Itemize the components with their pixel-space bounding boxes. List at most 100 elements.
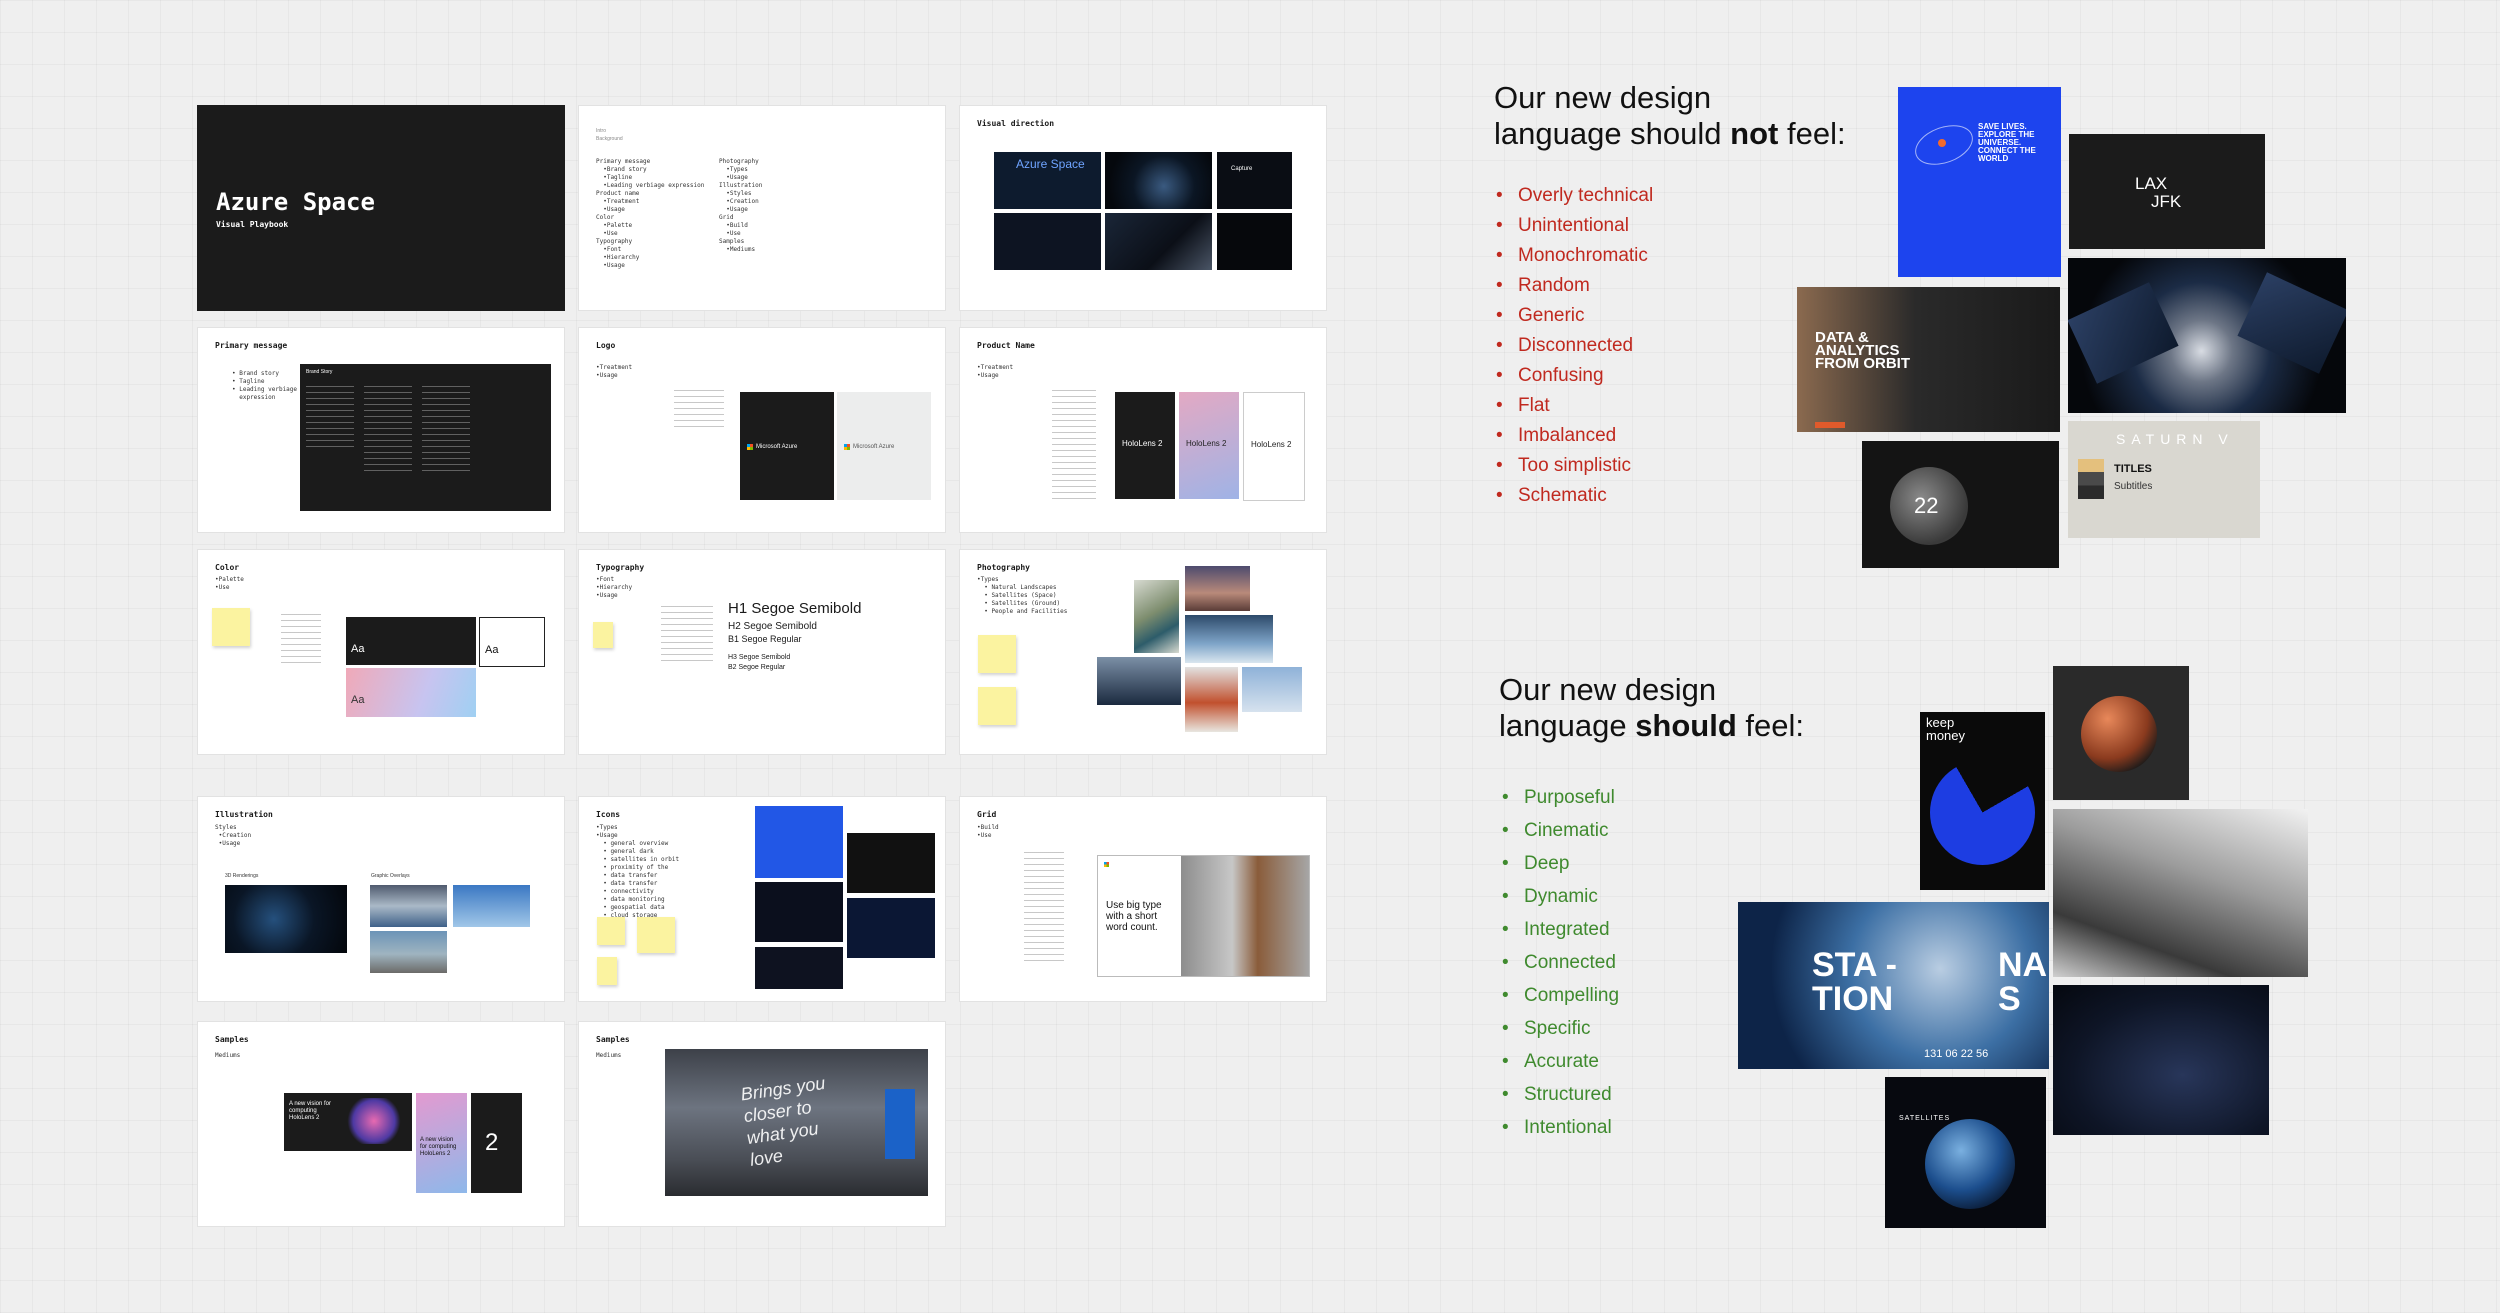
slide-photography[interactable]: Photography •Types • Natural Landscapes … [959,549,1327,755]
mood-keep-money: keep money [1920,712,2045,890]
slide-visual-direction[interactable]: Visual direction Azure Space Capture [959,105,1327,311]
cta-bar [1815,422,1845,428]
not-feel-item: Schematic [1494,485,1653,515]
logo-dark-card: Microsoft Azure [740,392,834,500]
mood-22: 22 [1862,441,2059,568]
not-feel-item: Overly technical [1494,185,1653,215]
poster-text: SAVE LIVES. EXPLORE THE UNIVERSE. CONNEC… [1978,122,2036,163]
should-feel-item: Purposeful [1500,787,1619,820]
heading-line-1: Our new design [1494,80,1712,115]
slide-heading: Product Name [977,341,1035,350]
swatch-aa: Aa [485,644,499,656]
agenda-column-1: Primary message •Brand story •Tagline •L… [596,158,705,269]
station-countdown: 131 06 22 56 [1924,1048,1989,1060]
illus-overlay-3 [370,931,447,973]
heading-line-2: language should feel: [1499,708,1804,744]
type-b1: B1 Segoe Regular [728,634,802,644]
not-feel-item: Monochromatic [1494,245,1653,275]
slide-heading: Illustration [215,810,273,819]
slide-color[interactable]: Color •Palette •Use Aa Aa Aa [197,549,565,755]
not-feel-item: Flat [1494,395,1653,425]
slide-icons[interactable]: Icons •Types •Usage • general overview •… [578,796,946,1002]
number-22: 22 [1914,493,1939,518]
slide-samples-1[interactable]: Samples Mediums A new vision for computi… [197,1021,565,1227]
slide-grid[interactable]: Grid •Build •Use Use big type with a sho… [959,796,1327,1002]
sticky-note [597,957,617,985]
not-feel-item: Disconnected [1494,335,1653,365]
keep-money-text: keep money [1926,715,1966,743]
should-feel-item: Deep [1500,853,1619,886]
data-analytics-text: DATA & ANALYTICS FROM ORBIT [1815,329,1910,372]
heading-emphasis: should [1635,708,1737,743]
illus-overlay-2 [453,885,530,927]
product-card-light: HoloLens 2 [1243,392,1305,501]
photo-figure [1185,667,1238,732]
logo-dark-label: Microsoft Azure [756,444,798,450]
earth-globe [1925,1119,2015,1209]
blue-c-shape [1930,760,2035,865]
sample-dark-card: 2 [471,1093,522,1193]
slide-subheading: Mediums [596,1052,622,1059]
vd-card-4 [994,213,1101,270]
slide-title[interactable]: Azure Space Visual Playbook [197,105,565,311]
heading-line-2: language should not feel: [1494,116,1846,152]
slide-typography[interactable]: Typography •Font •Hierarchy •Usage H1 Se… [578,549,946,755]
saturn-title: SATURN V [2116,431,2234,447]
slide-primary-message[interactable]: Primary message • Brand story • Tagline … [197,327,565,533]
slide-logo[interactable]: Logo •Treatment •Usage Microsoft Azure M… [578,327,946,533]
icon-sheet-blue [755,806,843,878]
not-feel-item: Too simplistic [1494,455,1653,485]
microsoft-logo-icon [747,444,753,450]
slide-illustration[interactable]: Illustration Styles •Creation •Usage 3D … [197,796,565,1002]
illus-3d-render [225,885,347,953]
heading-text: feel: [1778,116,1846,151]
slide-heading: Grid [977,810,997,819]
na-text: NA S [1998,946,2046,1018]
sticky-note [978,687,1016,725]
brand-story-heading: Brand Story [306,369,333,375]
type-h1: H1 Segoe Semibold [728,600,862,617]
mood-lax-jfk: LAX JFK [2069,134,2265,249]
illus-overlay-1 [370,885,447,927]
illustration-label-overlay: Graphic Overlays [371,873,410,879]
planet-dot [1938,139,1946,147]
slide-bullets: •Treatment •Usage [596,364,633,379]
agenda-label-background: Background [596,136,623,142]
slide-samples-2[interactable]: Samples Mediums Brings you closer to wha… [578,1021,946,1227]
type-b2: B2 Segoe Regular [728,664,786,671]
slide-heading: Samples [596,1035,630,1044]
heading-line-1: Our new design [1499,672,1717,707]
vd-card-3: Capture [1217,152,1292,209]
heading-text: language [1499,708,1636,743]
should-feel-item: Accurate [1500,1051,1619,1084]
photo-dish [1185,615,1273,663]
mood-station: STA -TION NA S 131 06 22 56 [1738,902,2049,1069]
sample-gradient-card: A new vision for computing HoloLens 2 [416,1093,467,1193]
not-feel-item: Generic [1494,305,1653,335]
sample-digit: 2 [485,1129,499,1156]
vd-card-1: Azure Space [994,152,1101,209]
not-feel-item: Random [1494,275,1653,305]
slide-bullets: • Brand story • Tagline • Leading verbia… [232,370,298,401]
vd-card-6 [1217,213,1292,270]
sample-mural-text: Brings you closer to what you love [739,1072,827,1170]
sticky-note [597,917,625,945]
sample-banner-text: A new vision for computing HoloLens 2 [289,1101,332,1121]
agenda-column-2: Photography •Types •Usage Illustration •… [719,158,763,253]
mood-night-map [2053,985,2269,1135]
deck-title: Azure Space [216,188,375,216]
slide-bullets: •Palette •Use [215,576,244,591]
sample-mural-photo: Brings you closer to what you love [665,1049,928,1196]
slide-bullets: •Types •Usage • general overview • gener… [596,824,680,919]
mood-saturn-v: SATURN V TITLES Subtitles [2068,421,2260,538]
slide-bullets: Styles •Creation •Usage [215,824,252,847]
mood-telescope [2053,809,2308,977]
icon-sheet-dark-2 [755,882,843,942]
should-feel-heading: Our new design language should feel: [1499,672,1804,744]
slide-agenda[interactable]: Intro Background Primary message •Brand … [578,105,946,311]
should-feel-list: Purposeful Cinematic Deep Dynamic Integr… [1500,787,1619,1150]
slide-product-name[interactable]: Product Name •Treatment •Usage HoloLens … [959,327,1327,533]
heading-text: language should [1494,116,1731,151]
photo-coast [1134,580,1179,653]
station-text: STA -TION [1812,946,1897,1018]
